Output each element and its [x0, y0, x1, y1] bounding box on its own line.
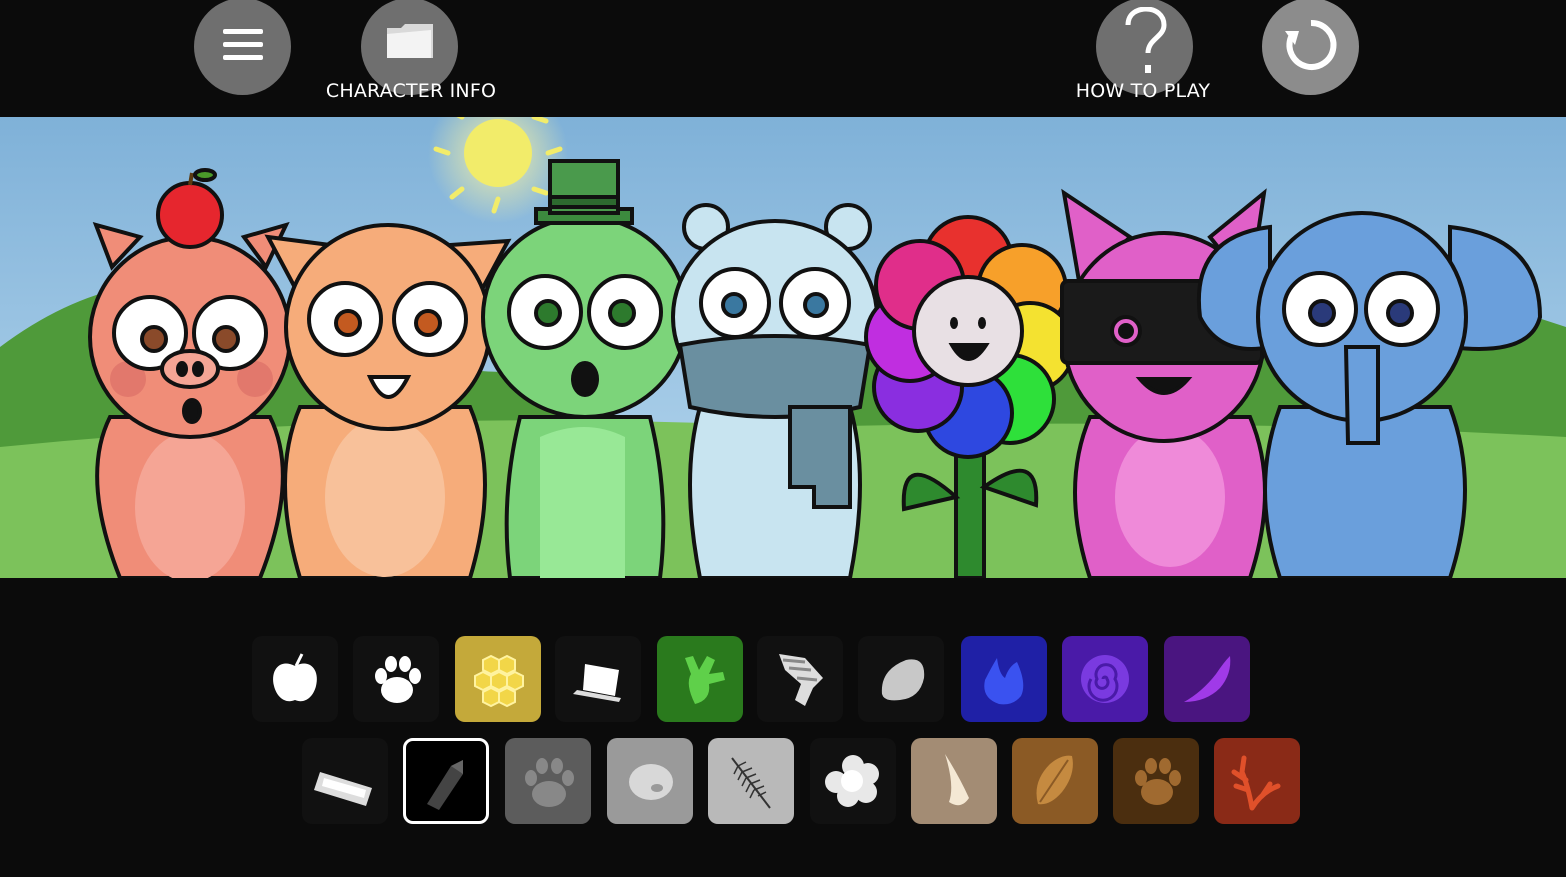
horn-item[interactable]: [911, 738, 997, 824]
crystal-icon: [427, 760, 463, 810]
flame-item[interactable]: [961, 636, 1047, 722]
antler-icon: [1231, 755, 1281, 811]
honeycomb-icon: [474, 654, 524, 708]
top-hat: [534, 159, 634, 225]
claw-paw-icon: [525, 758, 574, 807]
frog-foot-item[interactable]: [657, 636, 743, 722]
cloud-flower-item[interactable]: [810, 738, 896, 824]
claw-paw-item[interactable]: [505, 738, 591, 824]
cloud-flower-icon: [825, 755, 879, 807]
hamburger-menu-icon: [221, 25, 265, 69]
character-info-label[interactable]: CHARACTER INFO: [326, 80, 496, 102]
top-hat-item[interactable]: [555, 636, 641, 722]
frog-foot-icon: [685, 656, 725, 704]
paw-icon: [375, 656, 421, 703]
egg-icon: [629, 764, 673, 800]
visor-item[interactable]: [302, 738, 388, 824]
paw-item[interactable]: [353, 636, 439, 722]
bear-paw-item[interactable]: [1113, 738, 1199, 824]
stone-item[interactable]: [858, 636, 944, 722]
folder-icon: [383, 22, 437, 66]
item-palette: [0, 578, 1566, 877]
fern-leaf-item[interactable]: [708, 738, 794, 824]
honeycomb-item[interactable]: [455, 636, 541, 722]
bear-paw-icon: [1135, 758, 1181, 805]
how-to-play-label[interactable]: HOW TO PLAY: [1076, 80, 1210, 102]
question-mark-icon: [1122, 5, 1168, 83]
feather-icon: [1184, 656, 1231, 702]
apple-item[interactable]: [252, 636, 338, 722]
pig-character: [88, 168, 292, 578]
feather-item[interactable]: [1164, 636, 1250, 722]
horn-icon: [945, 754, 969, 806]
scarf-item[interactable]: [757, 636, 843, 722]
fern-leaf-icon: [731, 757, 771, 809]
leaf-item[interactable]: [1012, 738, 1098, 824]
menu-button[interactable]: [194, 0, 291, 95]
character-scene: [0, 117, 1566, 578]
flame-icon: [984, 658, 1024, 705]
spiral-icon: [1081, 655, 1129, 703]
top-hat-icon: [573, 664, 621, 702]
leaf-icon: [1036, 755, 1073, 805]
polar-bear-character: [671, 203, 879, 578]
spiral-item[interactable]: [1062, 636, 1148, 722]
egg-item[interactable]: [607, 738, 693, 824]
apple-icon: [273, 653, 317, 702]
antler-item[interactable]: [1214, 738, 1300, 824]
crystal-item[interactable]: [403, 738, 489, 824]
reset-button[interactable]: [1262, 0, 1359, 95]
scarf-icon: [779, 654, 823, 706]
top-bar: CHARACTER INFO HOW TO PLAY: [0, 0, 1566, 117]
restart-icon: [1281, 15, 1341, 79]
stone-icon: [881, 659, 925, 701]
visor-icon: [314, 772, 372, 806]
